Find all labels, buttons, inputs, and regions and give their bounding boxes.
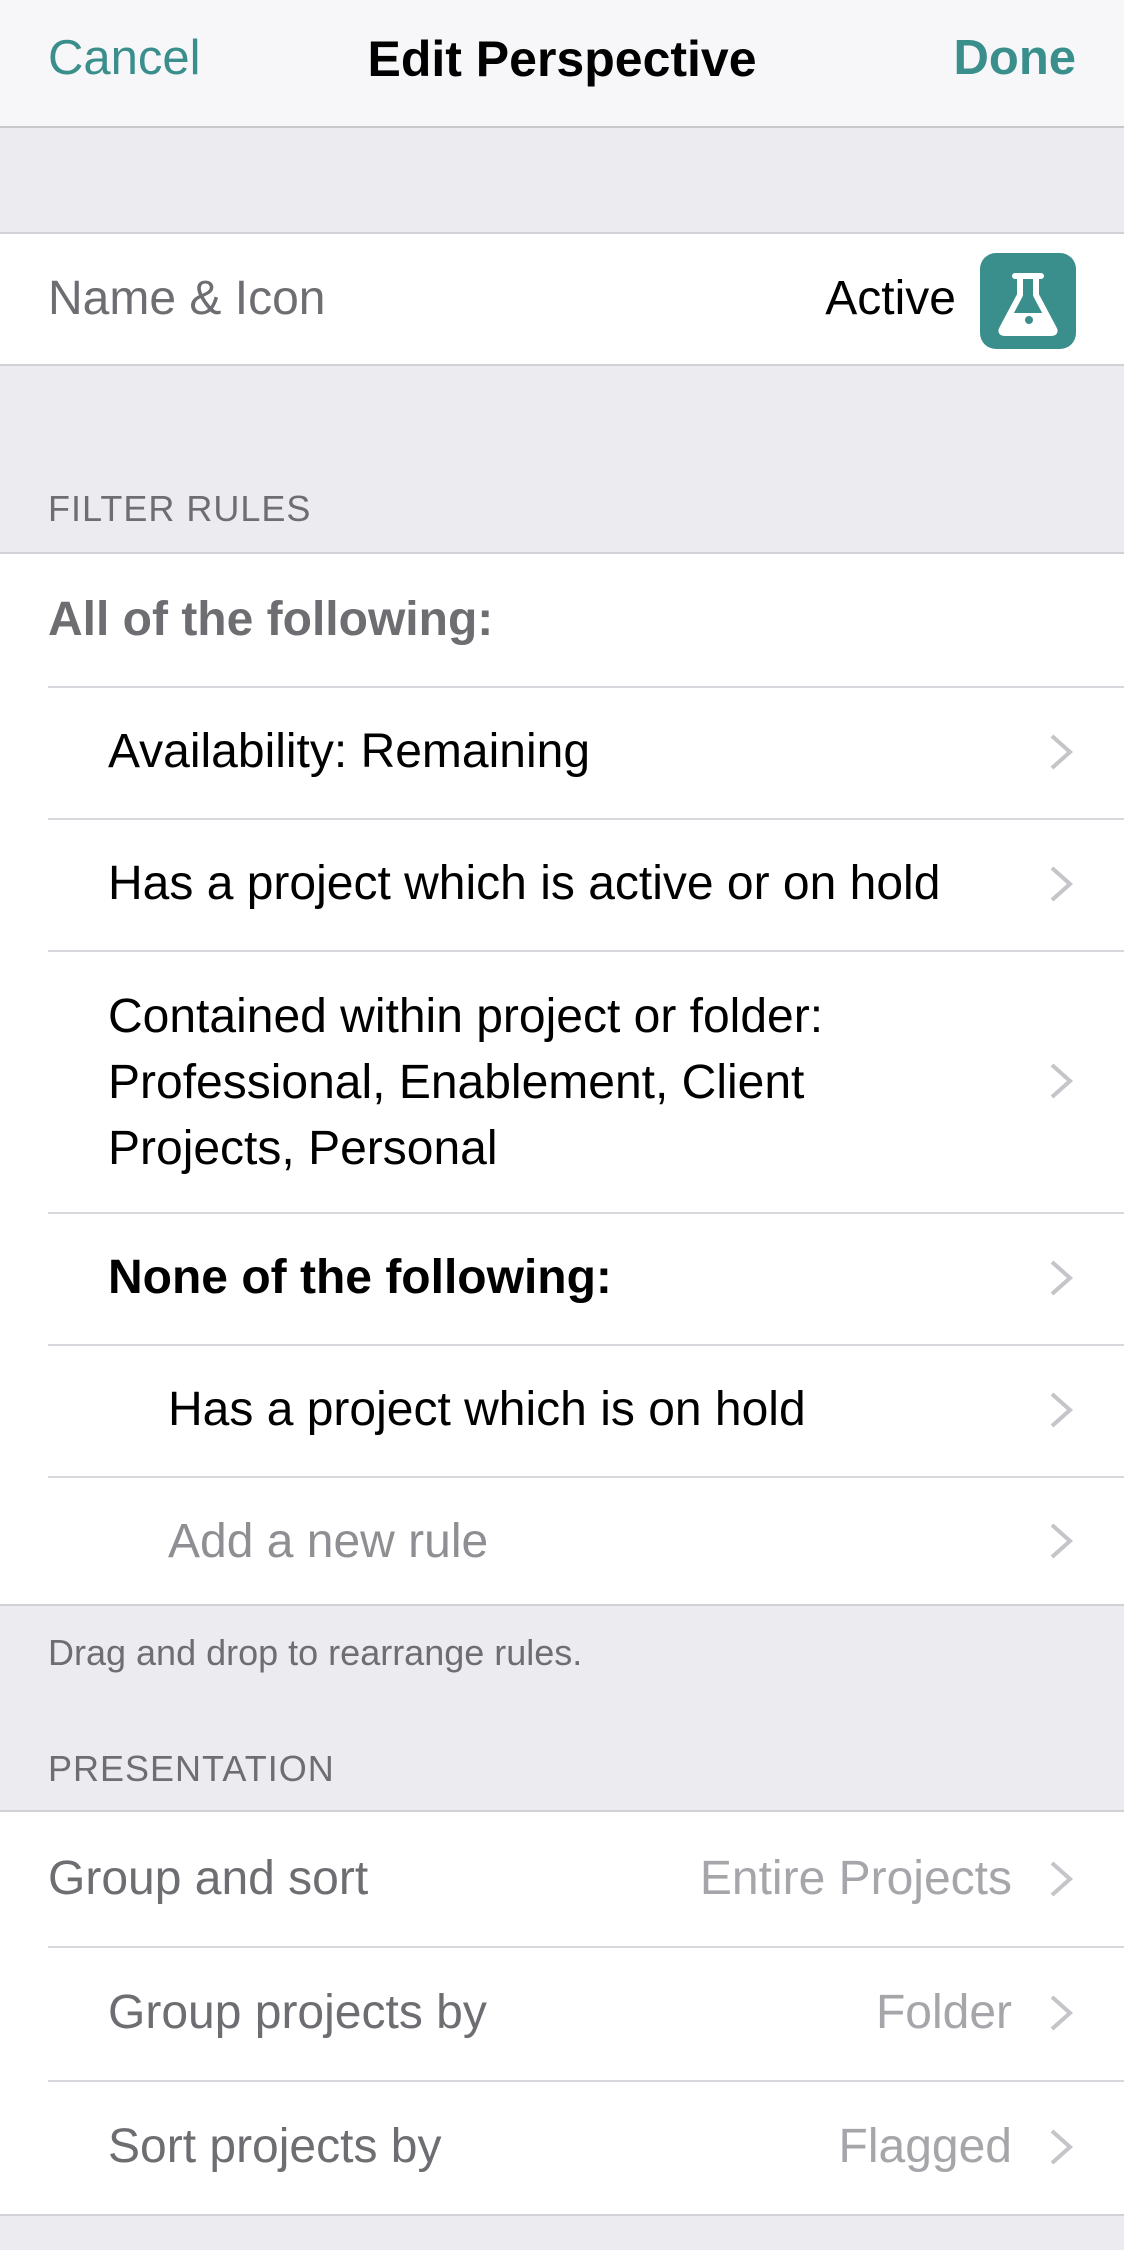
all-of-following-label: All of the following: bbox=[48, 593, 494, 646]
chevron-right-icon bbox=[1044, 1258, 1078, 1298]
row-value: Entire Projects bbox=[699, 1852, 1012, 1905]
perspective-name-value: Active bbox=[825, 272, 956, 325]
row-label: Sort projects by bbox=[108, 2120, 442, 2173]
add-new-rule-row[interactable]: Add a new rule bbox=[0, 1476, 1124, 1606]
group-projects-by-row[interactable]: Group projects by Folder bbox=[0, 1946, 1124, 2080]
rule-contained-within[interactable]: Contained within project or folder: Prof… bbox=[0, 950, 1124, 1212]
chevron-right-icon bbox=[1044, 1859, 1078, 1899]
navigation-bar: Edit Perspective Cancel Done bbox=[0, 0, 1124, 128]
rule-project-active-or-on-hold[interactable]: Has a project which is active or on hold bbox=[0, 818, 1124, 950]
chevron-right-icon bbox=[1044, 864, 1078, 904]
rule-project-on-hold[interactable]: Has a project which is on hold bbox=[0, 1344, 1124, 1476]
flask-icon bbox=[998, 273, 1058, 336]
perspective-icon-button[interactable] bbox=[980, 253, 1076, 349]
group-and-sort-row[interactable]: Group and sort Entire Projects bbox=[0, 1812, 1124, 1946]
chevron-right-icon bbox=[1044, 1061, 1078, 1101]
rule-label: Has a project which is on hold bbox=[168, 1383, 806, 1436]
chevron-right-icon bbox=[1044, 2127, 1078, 2167]
rule-label: Availability: Remaining bbox=[108, 725, 591, 778]
presentation-group: Group and sort Entire Projects Group pro… bbox=[0, 1810, 1124, 2216]
row-label: Group projects by bbox=[108, 1986, 487, 2039]
row-label: Group and sort bbox=[48, 1852, 369, 1905]
chevron-right-icon bbox=[1044, 1521, 1078, 1561]
rule-availability[interactable]: Availability: Remaining bbox=[0, 686, 1124, 818]
add-new-rule-label: Add a new rule bbox=[168, 1515, 489, 1568]
rule-label: Has a project which is active or on hold bbox=[108, 857, 941, 910]
sort-projects-by-row[interactable]: Sort projects by Flagged bbox=[0, 2080, 1124, 2214]
separator bbox=[48, 950, 1124, 952]
filter-rules-header: FILTER RULES bbox=[48, 488, 312, 529]
rule-none-of-following[interactable]: None of the following: bbox=[0, 1212, 1124, 1344]
row-value: Flagged bbox=[838, 2120, 1012, 2173]
rule-label: None of the following: bbox=[108, 1251, 612, 1304]
name-icon-label: Name & Icon bbox=[48, 272, 326, 325]
chevron-right-icon bbox=[1044, 732, 1078, 772]
row-value: Folder bbox=[875, 1986, 1012, 2039]
filter-rules-footer: Drag and drop to rearrange rules. bbox=[48, 1632, 583, 1673]
rule-label: Contained within project or folder: Prof… bbox=[108, 984, 823, 1182]
rule-label-line: Projects, Personal bbox=[108, 1122, 498, 1175]
name-icon-group: Name & Icon Active bbox=[0, 232, 1124, 366]
done-button[interactable]: Done bbox=[954, 30, 1077, 86]
presentation-header: PRESENTATION bbox=[48, 1748, 335, 1789]
rule-label-line: Professional, Enablement, Client bbox=[108, 1056, 805, 1109]
rule-label-line: Contained within project or folder: bbox=[108, 990, 824, 1043]
cancel-button[interactable]: Cancel bbox=[48, 30, 201, 86]
filter-rules-group: All of the following: Availability: Rema… bbox=[0, 552, 1124, 1606]
all-of-following-row: All of the following: bbox=[0, 554, 1124, 686]
chevron-right-icon bbox=[1044, 1390, 1078, 1430]
chevron-right-icon bbox=[1044, 1993, 1078, 2033]
name-icon-row[interactable]: Name & Icon Active bbox=[0, 234, 1124, 364]
